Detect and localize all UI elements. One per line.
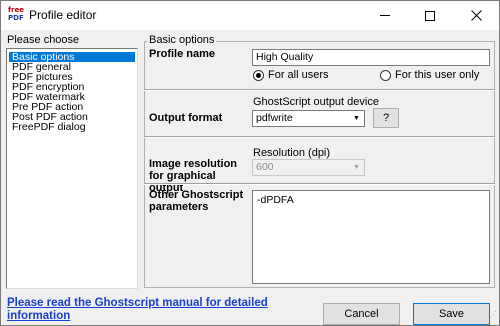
resolution-select[interactable]: 600 ▼: [252, 159, 365, 176]
minimize-icon: [380, 15, 390, 16]
radio-circle: [253, 69, 264, 81]
minimize-button[interactable]: [363, 1, 407, 30]
separator: [144, 89, 495, 91]
other-params-textarea[interactable]: -dPDFA: [252, 190, 490, 284]
save-button[interactable]: Save: [413, 303, 490, 325]
close-button[interactable]: [454, 1, 498, 30]
radio-all-users-label: For all users: [268, 69, 329, 81]
resolution-value: 600: [256, 161, 274, 173]
ghostscript-manual-link[interactable]: Please read the Ghostscript manual for d…: [7, 297, 277, 323]
device-label: GhostScript output device: [253, 96, 379, 108]
radio-circle: [380, 69, 391, 81]
radio-for-this-user-only[interactable]: For this user only: [380, 69, 479, 81]
options-list[interactable]: Basic options PDF general PDF pictures P…: [6, 48, 138, 289]
title-bar: free PDF Profile editor: [1, 1, 499, 30]
radio-dot: [256, 72, 261, 78]
resolution-sub-label: Resolution (dpi): [253, 147, 331, 159]
group-title: Basic options: [147, 34, 217, 46]
profile-name-label: Profile name: [149, 48, 216, 60]
cancel-button[interactable]: Cancel: [323, 303, 400, 325]
output-device-value: pdfwrite: [256, 112, 293, 124]
separator: [144, 183, 495, 185]
output-device-select[interactable]: pdfwrite ▼: [252, 110, 365, 127]
separator: [144, 136, 495, 138]
freepdf-app-icon: free PDF: [8, 6, 24, 22]
maximize-icon: [425, 10, 435, 21]
other-params-label: Other Ghostscript parameters: [149, 189, 244, 213]
profile-editor-window: free PDF Profile editor Please choose Ba…: [0, 0, 500, 326]
resize-grip-icon[interactable]: ⋰: [486, 311, 497, 322]
device-help-button[interactable]: ?: [373, 108, 399, 128]
please-choose-label: Please choose: [7, 34, 80, 46]
profile-name-input[interactable]: High Quality: [252, 49, 490, 66]
maximize-button[interactable]: [408, 1, 452, 30]
chevron-down-icon: ▼: [353, 164, 360, 171]
radio-this-user-label: For this user only: [395, 69, 480, 81]
output-format-label: Output format: [149, 112, 223, 124]
list-item-freepdf-dialog[interactable]: FreePDF dialog: [9, 122, 135, 133]
close-icon: [470, 10, 482, 21]
radio-for-all-users[interactable]: For all users: [253, 69, 329, 81]
window-title: Profile editor: [29, 8, 97, 22]
chevron-down-icon: ▼: [353, 115, 360, 122]
